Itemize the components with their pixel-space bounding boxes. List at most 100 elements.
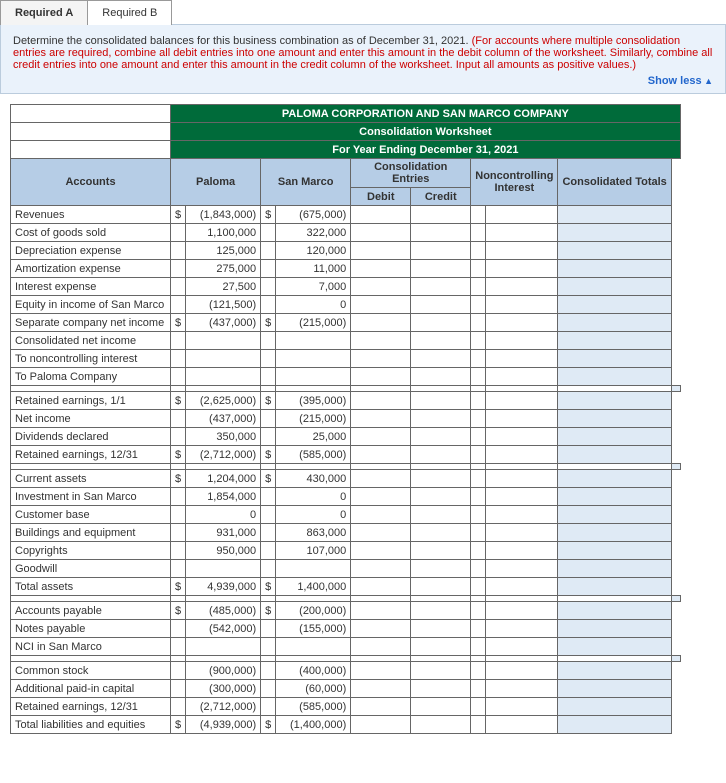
debit-input[interactable] xyxy=(351,680,411,698)
credit-input[interactable] xyxy=(411,242,471,260)
table-row: Accounts payable$(485,000)$(200,000) xyxy=(11,602,681,620)
sanmarco-cell: (395,000) xyxy=(276,392,351,410)
debit-input[interactable] xyxy=(351,488,411,506)
table-row: Notes payable(542,000)(155,000) xyxy=(11,620,681,638)
debit-input[interactable] xyxy=(351,206,411,224)
nci-cell xyxy=(485,206,558,224)
credit-input[interactable] xyxy=(411,296,471,314)
currency-symbol xyxy=(261,506,276,524)
nci-symbol xyxy=(471,242,486,260)
debit-input[interactable] xyxy=(351,698,411,716)
credit-cell xyxy=(411,350,471,368)
credit-input[interactable] xyxy=(411,410,471,428)
nci-cell xyxy=(485,638,558,656)
credit-input[interactable] xyxy=(411,488,471,506)
account-cell: Accounts payable xyxy=(11,602,171,620)
table-row: Investment in San Marco1,854,0000 xyxy=(11,488,681,506)
currency-symbol xyxy=(171,368,186,386)
credit-input[interactable] xyxy=(411,698,471,716)
sanmarco-cell: (215,000) xyxy=(276,314,351,332)
debit-input[interactable] xyxy=(351,470,411,488)
debit-input[interactable] xyxy=(351,242,411,260)
sanmarco-cell: (60,000) xyxy=(276,680,351,698)
credit-input[interactable] xyxy=(411,602,471,620)
credit-input[interactable] xyxy=(411,260,471,278)
credit-input[interactable] xyxy=(411,542,471,560)
currency-symbol: $ xyxy=(171,602,186,620)
debit-input[interactable] xyxy=(351,410,411,428)
paloma-cell: (437,000) xyxy=(186,410,261,428)
paloma-cell: 27,500 xyxy=(186,278,261,296)
currency-symbol: $ xyxy=(261,716,276,734)
account-cell: To Paloma Company xyxy=(11,368,171,386)
debit-input[interactable] xyxy=(351,506,411,524)
debit-input[interactable] xyxy=(351,296,411,314)
debit-input[interactable] xyxy=(351,392,411,410)
sanmarco-cell xyxy=(276,560,351,578)
tab-required-a[interactable]: Required A xyxy=(0,0,88,25)
paloma-cell: 0 xyxy=(186,506,261,524)
credit-cell xyxy=(411,560,471,578)
sanmarco-cell: 322,000 xyxy=(276,224,351,242)
currency-symbol xyxy=(171,278,186,296)
nci-symbol xyxy=(471,698,486,716)
sanmarco-cell: 0 xyxy=(276,488,351,506)
currency-symbol xyxy=(171,506,186,524)
nci-symbol xyxy=(471,470,486,488)
account-cell: NCI in San Marco xyxy=(11,638,171,656)
currency-symbol: $ xyxy=(171,446,186,464)
totals-cell xyxy=(558,296,671,314)
currency-symbol xyxy=(261,698,276,716)
paloma-cell xyxy=(186,560,261,578)
credit-input[interactable] xyxy=(411,470,471,488)
show-less-button[interactable]: Show less xyxy=(13,75,713,87)
instruction-text: Determine the consolidated balances for … xyxy=(13,35,472,47)
debit-input[interactable] xyxy=(351,524,411,542)
nci-symbol xyxy=(471,680,486,698)
credit-input[interactable] xyxy=(411,680,471,698)
debit-input[interactable] xyxy=(351,278,411,296)
currency-symbol xyxy=(261,332,276,350)
currency-symbol xyxy=(171,680,186,698)
nci-cell xyxy=(485,392,558,410)
credit-input[interactable] xyxy=(411,428,471,446)
credit-input[interactable] xyxy=(411,506,471,524)
hdr-credit: Credit xyxy=(411,188,471,206)
credit-input[interactable] xyxy=(411,620,471,638)
tab-required-b[interactable]: Required B xyxy=(88,0,172,25)
currency-symbol xyxy=(171,542,186,560)
sanmarco-cell xyxy=(276,350,351,368)
nci-cell xyxy=(485,542,558,560)
sanmarco-cell: 25,000 xyxy=(276,428,351,446)
credit-input[interactable] xyxy=(411,224,471,242)
nci-cell xyxy=(485,488,558,506)
nci-symbol xyxy=(471,506,486,524)
table-row: Total liabilities and equities$(4,939,00… xyxy=(11,716,681,734)
currency-symbol xyxy=(171,410,186,428)
sanmarco-cell xyxy=(276,368,351,386)
credit-input[interactable] xyxy=(411,392,471,410)
nci-symbol xyxy=(471,446,486,464)
nci-cell xyxy=(485,578,558,596)
debit-input[interactable] xyxy=(351,260,411,278)
table-row: Consolidated net income xyxy=(11,332,681,350)
debit-cell xyxy=(351,332,411,350)
currency-symbol xyxy=(171,488,186,506)
totals-cell xyxy=(558,620,671,638)
debit-input[interactable] xyxy=(351,620,411,638)
credit-input[interactable] xyxy=(411,278,471,296)
credit-input[interactable] xyxy=(411,662,471,680)
nci-symbol xyxy=(471,206,486,224)
currency-symbol xyxy=(261,662,276,680)
debit-input[interactable] xyxy=(351,542,411,560)
credit-input[interactable] xyxy=(411,524,471,542)
debit-input[interactable] xyxy=(351,662,411,680)
nci-symbol xyxy=(471,314,486,332)
sanmarco-cell: (675,000) xyxy=(276,206,351,224)
nci-symbol xyxy=(471,260,486,278)
credit-input[interactable] xyxy=(411,206,471,224)
account-cell: Goodwill xyxy=(11,560,171,578)
debit-input[interactable] xyxy=(351,602,411,620)
debit-input[interactable] xyxy=(351,428,411,446)
debit-input[interactable] xyxy=(351,224,411,242)
